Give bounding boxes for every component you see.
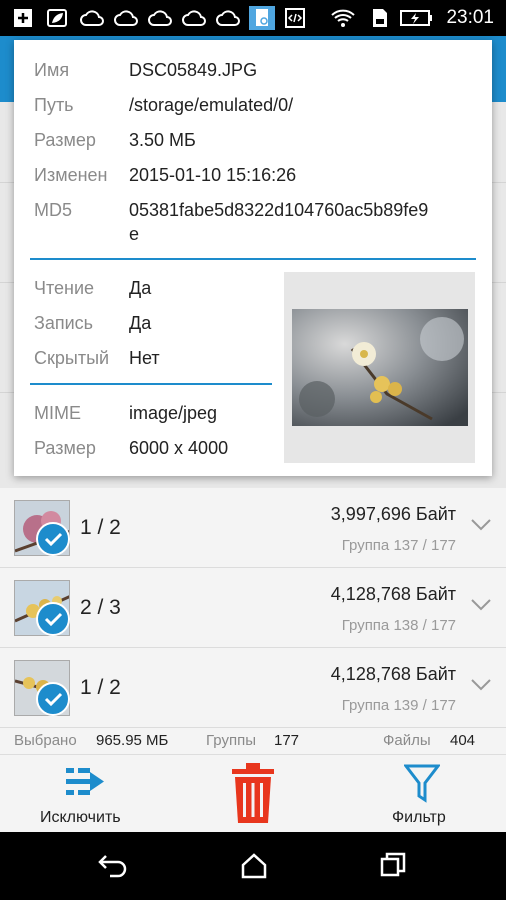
- file-icon: [249, 6, 275, 30]
- md5-value-line1: 05381fabe5d8322d104760ac5b89fe9: [129, 200, 429, 220]
- size-value: 3.50 МБ: [129, 130, 196, 150]
- section-divider: [30, 383, 272, 385]
- list-item[interactable]: 1 / 2 4,128,768 Байт Группа 139 / 177: [0, 648, 506, 728]
- chevron-down-icon[interactable]: [470, 598, 492, 612]
- navigation-bar: [0, 832, 506, 900]
- item-size: 4,128,768 Байт: [330, 664, 456, 684]
- selection-summary: Выбрано 965.95 МБ Группы 177 Файлы 404: [0, 728, 506, 754]
- path-value: /storage/emulated/0/: [129, 95, 294, 115]
- wifi-icon: [331, 9, 355, 27]
- section-divider: [30, 258, 476, 260]
- home-icon[interactable]: [240, 852, 268, 880]
- item-position: 1 / 2: [80, 676, 121, 699]
- modified-label: Изменен: [34, 165, 108, 185]
- read-label: Чтение: [34, 278, 95, 298]
- item-group: Группа 137 / 177: [341, 537, 456, 554]
- files-value: 404: [450, 732, 476, 749]
- cloud-icon: [182, 10, 206, 26]
- status-bar: 23:01: [0, 0, 506, 36]
- chevron-down-icon[interactable]: [470, 678, 492, 692]
- files-label: Файлы: [383, 732, 431, 749]
- md5-value-line2: e: [129, 224, 140, 244]
- checked-icon[interactable]: [36, 602, 70, 636]
- exclude-label: Исключить: [40, 809, 121, 826]
- exclude-button[interactable]: Исключить: [30, 755, 140, 833]
- sd-card-icon: [373, 9, 387, 27]
- item-size: 3,997,696 Байт: [330, 504, 456, 524]
- item-group: Группа 139 / 177: [341, 697, 456, 714]
- modified-value: 2015-01-10 15:16:26: [129, 165, 297, 185]
- name-label: Имя: [34, 60, 70, 80]
- size-label: Размер: [34, 130, 96, 150]
- list-item[interactable]: 1 / 2 3,997,696 Байт Группа 137 / 177: [0, 488, 506, 568]
- item-position: 1 / 2: [80, 516, 121, 539]
- item-size: 4,128,768 Байт: [330, 584, 456, 604]
- cloud-icon: [148, 10, 172, 26]
- exclude-icon: [66, 768, 104, 795]
- clock: 23:01: [446, 7, 494, 28]
- cloud-icon: [216, 10, 240, 26]
- read-value: Да: [129, 278, 152, 298]
- checked-icon[interactable]: [36, 522, 70, 556]
- groups-label: Группы: [206, 732, 256, 749]
- hidden-label: Скрытый: [34, 348, 110, 368]
- name-value: DSC05849.JPG: [129, 60, 258, 80]
- code-icon: [285, 8, 305, 28]
- cloud-icon: [114, 10, 138, 26]
- chevron-down-icon[interactable]: [470, 518, 492, 532]
- selected-value: 965.95 МБ: [96, 732, 169, 749]
- add-box-icon: [14, 9, 32, 27]
- item-group: Группа 138 / 177: [341, 617, 456, 634]
- checked-icon[interactable]: [36, 682, 70, 716]
- back-icon[interactable]: [98, 852, 128, 878]
- groups-value: 177: [274, 732, 300, 749]
- filter-label: Фильтр: [392, 809, 446, 826]
- delete-icon[interactable]: [232, 763, 274, 825]
- recent-apps-icon[interactable]: [380, 852, 406, 878]
- write-value: Да: [129, 313, 152, 333]
- image-preview[interactable]: [284, 272, 475, 463]
- hidden-value: Нет: [129, 348, 160, 368]
- md5-label: MD5: [34, 200, 73, 220]
- item-position: 2 / 3: [80, 596, 121, 619]
- write-label: Запись: [34, 313, 94, 333]
- cloud-icon: [80, 10, 104, 26]
- mime-value: image/jpeg: [129, 403, 218, 423]
- dimensions-value: 6000 x 4000: [129, 438, 229, 458]
- battery-icon: [400, 10, 432, 26]
- mime-label: MIME: [34, 403, 81, 423]
- filter-icon: [404, 764, 440, 803]
- selected-label: Выбрано: [14, 732, 77, 749]
- path-label: Путь: [34, 95, 74, 115]
- file-details-dialog: Имя DSC05849.JPG Путь /storage/emulated/…: [14, 40, 492, 476]
- preview-photo: [292, 309, 468, 426]
- list-item[interactable]: 2 / 3 4,128,768 Байт Группа 138 / 177: [0, 568, 506, 648]
- dimensions-label: Размер: [34, 438, 96, 458]
- filter-button[interactable]: Фильтр: [380, 755, 464, 833]
- leaf-icon: [47, 9, 67, 27]
- action-bar: Исключить Фильтр: [0, 754, 506, 832]
